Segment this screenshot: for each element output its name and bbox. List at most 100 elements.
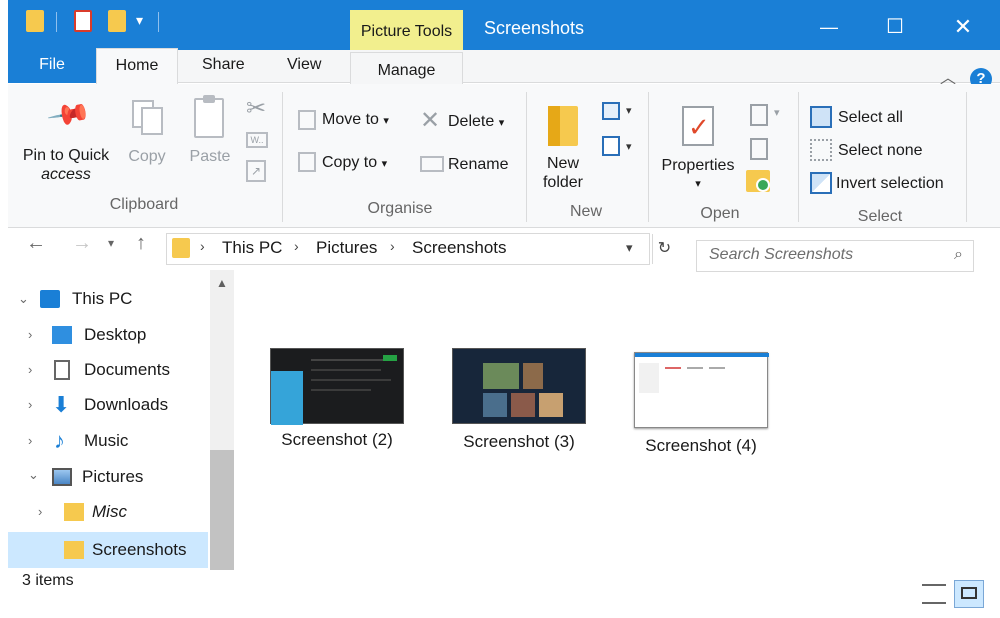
easy-access-icon[interactable] [602,136,620,156]
chevron-down-icon[interactable]: ▾ [626,140,632,153]
tab-share[interactable]: Share [202,56,245,74]
search-box[interactable]: Search Screenshots ⌕ [696,240,974,272]
tab-manage[interactable]: Manage [350,52,463,84]
chevron-down-icon[interactable]: ▾ [774,106,780,119]
nav-item-downloads[interactable]: › ⬇ Downloads [14,389,214,421]
cut-icon[interactable]: ✂ [246,94,266,123]
file-item[interactable]: Screenshot (4) [626,348,796,460]
nav-item-screenshots[interactable]: Screenshots [8,532,208,568]
chevron-down-icon[interactable]: ⌄ [28,459,39,491]
details-view-icon[interactable] [922,584,946,604]
folder-icon[interactable] [26,10,44,32]
properties-label: Properties [661,157,735,174]
open-group-label: Open [700,205,740,222]
rename-button[interactable]: Rename [448,156,508,174]
file-name: Screenshot (2) [281,430,393,449]
pin-label-line1: Pin to Quick [22,147,110,164]
qat-dropdown-icon[interactable]: ▾ [136,12,143,29]
edit-icon[interactable] [750,138,768,160]
move-to-icon [298,110,316,130]
tab-file[interactable]: File [8,50,96,83]
nav-item-this-pc[interactable]: ⌄ This PC [14,283,214,315]
chevron-right-icon[interactable]: › [38,496,42,528]
copy-to-icon [298,152,316,172]
chevron-right-icon[interactable]: › [28,425,32,457]
refresh-icon[interactable]: ↻ [652,234,676,264]
recent-locations-chevron-icon[interactable]: ▾ [108,236,114,250]
close-button[interactable]: ✕ [940,14,986,40]
chevron-right-icon[interactable]: › [200,238,205,254]
file-name: Screenshot (4) [645,436,757,455]
select-none-button[interactable]: Select none [838,142,923,160]
copy-to-button[interactable]: Copy to ▾ [322,154,387,172]
invert-selection-icon [810,172,832,194]
new-folder-line2: folder [542,174,584,191]
group-separator [966,92,967,222]
nav-item-label: Misc [92,502,127,521]
new-folder-icon [548,106,578,146]
select-group-label: Select [857,208,903,225]
history-icon[interactable] [746,170,770,192]
chevron-right-icon[interactable]: › [294,238,299,254]
search-input[interactable]: Search Screenshots [709,246,853,264]
nav-item-misc[interactable]: › Misc [14,496,214,528]
new-item-icon[interactable] [602,102,620,120]
scroll-up-icon[interactable]: ▲ [216,276,228,290]
file-item[interactable]: Screenshot (3) [444,344,614,456]
move-to-button[interactable]: Move to ▾ [322,111,389,129]
nav-item-pictures[interactable]: ⌄ Pictures [14,461,214,493]
status-item-count: 3 items [22,572,74,589]
maximize-button[interactable]: ☐ [872,14,918,40]
back-button[interactable]: ← [26,232,46,255]
chevron-right-icon[interactable]: › [28,319,32,351]
group-separator [798,92,799,222]
chevron-right-icon[interactable]: › [28,354,32,386]
nav-item-label: Downloads [84,395,169,414]
tab-view[interactable]: View [287,56,321,74]
properties-button[interactable]: Properties ▾ [656,156,740,194]
delete-button[interactable]: Delete ▾ [448,113,504,131]
nav-item-desktop[interactable]: › Desktop [14,319,214,351]
monitor-icon [40,290,60,308]
clipboard-group-label: Clipboard [109,196,179,213]
properties-icon: ✓ [682,106,714,146]
paste-button[interactable]: Paste [184,147,236,166]
large-icons-view-icon[interactable] [954,580,984,608]
chevron-right-icon[interactable]: › [390,238,395,254]
nav-item-label: Pictures [82,467,144,486]
address-dropdown-icon[interactable]: ▾ [626,240,633,256]
chevron-down-icon[interactable]: ⌄ [18,283,29,315]
breadcrumb-this-pc[interactable]: This PC [222,238,282,258]
group-separator [526,92,527,222]
chevron-right-icon[interactable]: › [28,389,32,421]
forward-button[interactable]: → [72,232,92,255]
new-folder-icon[interactable] [108,10,126,32]
nav-item-documents[interactable]: › Documents [14,354,214,386]
paste-shortcut-icon[interactable]: ↗ [246,160,266,182]
nav-item-label: Music [84,431,129,450]
tab-home[interactable]: Home [96,48,178,84]
organise-group-label: Organise [367,200,433,217]
chevron-down-icon[interactable]: ▾ [626,104,632,117]
minimize-button[interactable]: — [806,14,852,40]
move-to-label: Move to [322,111,379,128]
nav-item-music[interactable]: › ♪ Music [14,425,214,457]
new-folder-button[interactable]: New folder [534,154,592,192]
breadcrumb-pictures[interactable]: Pictures [316,238,377,258]
copy-button[interactable]: Copy [122,147,172,166]
qat-separator [158,12,159,32]
select-all-button[interactable]: Select all [838,109,903,127]
invert-selection-button[interactable]: Invert selection [836,175,944,193]
properties-check-icon[interactable] [74,10,92,32]
thumbnail-image [270,348,404,425]
copy-path-icon[interactable]: W.. [246,132,268,148]
pin-to-quick-access-button[interactable]: Pin to Quick access [18,146,114,184]
nav-item-label: This PC [72,289,133,308]
up-button[interactable]: ↑ [136,232,146,255]
breadcrumb-screenshots[interactable]: Screenshots [412,238,507,258]
group-separator [648,92,649,222]
document-icon [54,360,70,380]
chevron-down-icon: ▾ [383,115,389,127]
open-icon[interactable] [750,104,768,126]
file-item[interactable]: Screenshot (2) [262,344,432,456]
